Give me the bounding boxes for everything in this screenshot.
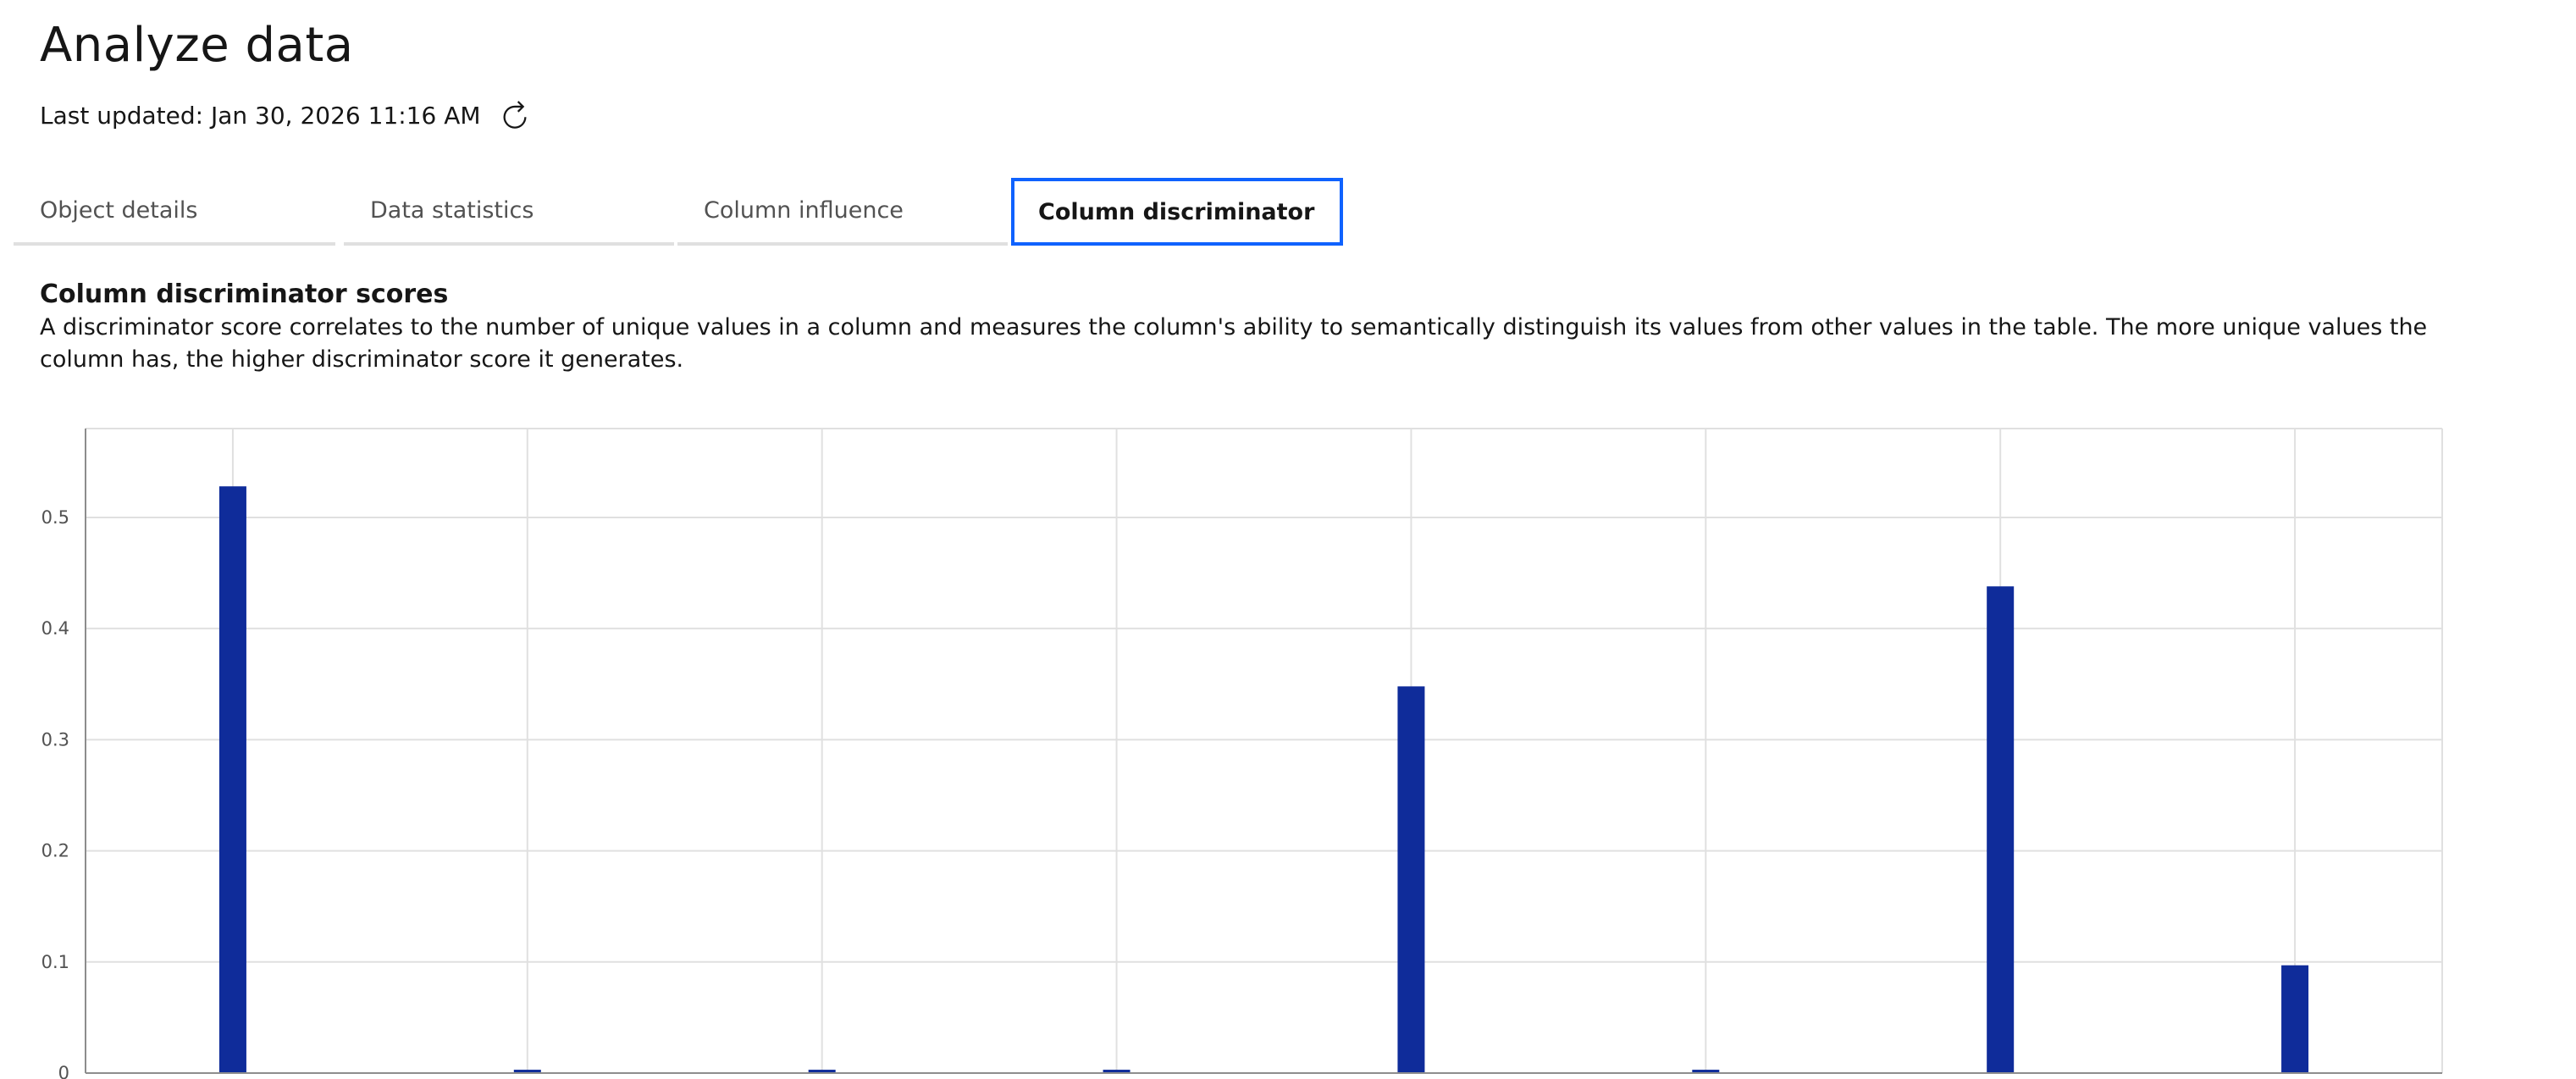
bar-7 xyxy=(1987,586,2015,1073)
bar-1 xyxy=(218,486,246,1073)
section-description: A discriminator score correlates to the … xyxy=(40,314,2428,373)
y-tick-label: 0 xyxy=(58,1063,69,1079)
tab-column-discriminator[interactable]: Column discriminator xyxy=(1011,178,1343,246)
bar-5 xyxy=(1397,686,1425,1073)
tab-column-influence[interactable]: Column influence xyxy=(677,178,1008,246)
tab-label: Column discriminator xyxy=(1038,198,1315,225)
tab-data-statistics[interactable]: Data statistics xyxy=(344,178,674,246)
tab-label: Object details xyxy=(40,196,198,224)
y-tick-label: 0.1 xyxy=(41,952,69,972)
y-tick-label: 0.5 xyxy=(41,507,69,528)
section-title: Column discriminator scores xyxy=(40,279,449,309)
tab-list: Object details Data statistics Column in… xyxy=(14,178,1343,246)
discriminator-bar-chart: 0 0.1 0.2 0.3 0.4 0.5 xyxy=(0,415,2576,1079)
page-title: Analyze data xyxy=(40,18,354,73)
last-updated-text: Last updated: Jan 30, 2026 11:16 AM xyxy=(40,101,481,130)
bar-8 xyxy=(2281,965,2309,1073)
tab-label: Column influence xyxy=(704,196,904,224)
tab-object-details[interactable]: Object details xyxy=(14,178,335,246)
y-tick-label: 0.4 xyxy=(41,618,69,639)
refresh-icon[interactable] xyxy=(500,100,530,130)
last-updated-row: Last updated: Jan 30, 2026 11:16 AM xyxy=(40,95,530,136)
y-tick-label: 0.2 xyxy=(41,841,69,861)
chart-svg: 0 0.1 0.2 0.3 0.4 0.5 xyxy=(41,428,2443,1079)
tab-label: Data statistics xyxy=(370,196,534,224)
y-tick-label: 0.3 xyxy=(41,729,69,750)
